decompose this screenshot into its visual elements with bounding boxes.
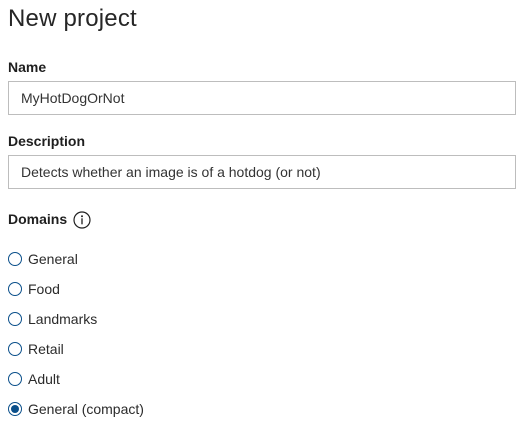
domains-header: Domains — [8, 209, 91, 229]
radio-button[interactable] — [8, 342, 22, 356]
info-icon[interactable] — [73, 211, 91, 229]
domain-option-general[interactable]: General — [8, 244, 144, 274]
domain-option-landmarks[interactable]: Landmarks — [8, 304, 144, 334]
page-title: New project — [8, 5, 137, 32]
radio-button[interactable] — [8, 312, 22, 326]
domain-option-general-compact[interactable]: General (compact) — [8, 394, 144, 424]
domain-option-label: General — [28, 251, 78, 267]
domain-option-food[interactable]: Food — [8, 274, 144, 304]
domain-option-label: Food — [28, 281, 60, 297]
domain-option-label: Retail — [28, 341, 64, 357]
radio-button[interactable] — [8, 402, 22, 416]
radio-button[interactable] — [8, 372, 22, 386]
domains-label: Domains — [8, 211, 68, 227]
radio-button[interactable] — [8, 252, 22, 266]
name-label: Name — [8, 59, 47, 75]
domain-option-retail[interactable]: Retail — [8, 334, 144, 364]
description-label: Description — [8, 133, 86, 149]
domain-option-adult[interactable]: Adult — [8, 364, 144, 394]
domain-option-label: Adult — [28, 371, 60, 387]
description-input[interactable] — [8, 155, 516, 189]
name-input[interactable] — [8, 81, 516, 115]
domains-radio-group: General Food Landmarks Retail Adult Gene… — [8, 244, 144, 424]
domain-option-label: General (compact) — [28, 401, 144, 417]
radio-button[interactable] — [8, 282, 22, 296]
domain-option-label: Landmarks — [28, 311, 98, 327]
